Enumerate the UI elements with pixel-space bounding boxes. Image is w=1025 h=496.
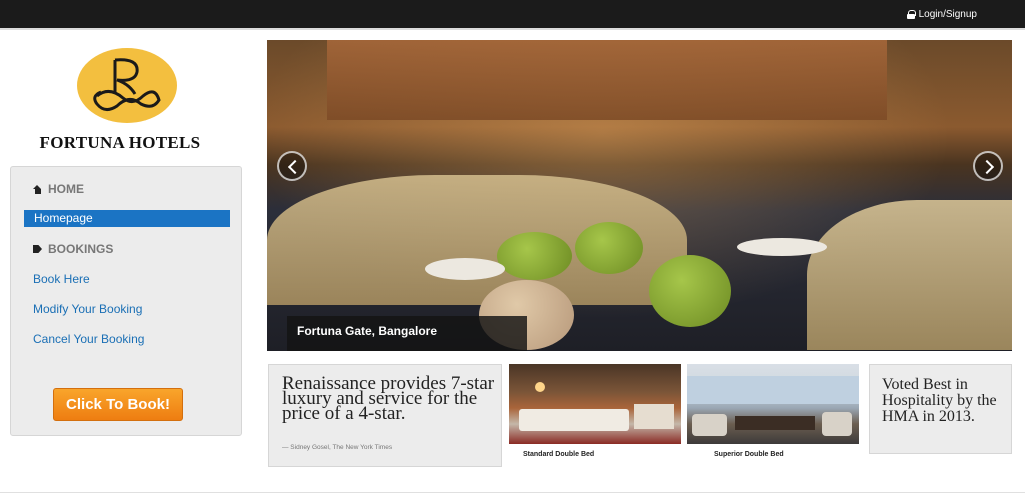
room-image-lamp xyxy=(535,382,545,392)
carousel-next-button[interactable] xyxy=(973,151,1003,181)
brand-logo[interactable]: FORTUNA HOTELS xyxy=(20,45,235,155)
footer-divider xyxy=(0,492,1025,493)
hero-image-ceiling xyxy=(327,40,887,120)
login-signup-label: Login/Signup xyxy=(918,9,977,20)
click-to-book-button[interactable]: Click To Book! xyxy=(53,388,183,421)
hero-caption: Fortuna Gate, Bangalore xyxy=(287,316,527,351)
room-label-superior: Superior Double Bed xyxy=(714,451,784,458)
brand-name: FORTUNA HOTELS xyxy=(39,133,201,152)
sidebar-nav: HOME Homepage BOOKINGS Book Here Modify … xyxy=(10,166,242,436)
room-image-standard[interactable] xyxy=(509,364,681,444)
room-image-window xyxy=(687,376,859,404)
login-signup-link[interactable]: Login/Signup xyxy=(906,9,977,20)
hero-image-pouf xyxy=(497,232,572,280)
award-text: Voted Best in Hospitality by the HMA in … xyxy=(882,376,997,425)
nav-link-cancel-booking[interactable]: Cancel Your Booking xyxy=(33,332,144,346)
home-icon xyxy=(33,184,42,194)
testimonial-card: Renaissance provides 7-star luxury and s… xyxy=(268,364,502,467)
room-image-chair xyxy=(692,414,727,436)
hero-image-pouf xyxy=(649,255,731,327)
nav-link-homepage[interactable]: Homepage xyxy=(24,210,230,227)
award-card: Voted Best in Hospitality by the HMA in … xyxy=(869,364,1012,454)
room-image-table xyxy=(735,416,815,430)
hero-image-sofa-right xyxy=(807,200,1012,350)
nav-header-home-label: HOME xyxy=(48,182,84,196)
room-image-bed xyxy=(634,404,674,429)
hero-image-table xyxy=(737,238,827,256)
nav-link-modify-booking[interactable]: Modify Your Booking xyxy=(33,302,142,316)
room-label-standard: Standard Double Bed xyxy=(523,451,595,458)
tag-icon xyxy=(33,245,42,253)
hero-image-table xyxy=(425,258,505,280)
hero-image-pouf xyxy=(575,222,643,274)
hero-carousel[interactable]: Fortuna Gate, Bangalore xyxy=(267,40,1012,351)
nav-header-bookings: BOOKINGS xyxy=(33,242,113,256)
nav-header-home: HOME xyxy=(33,182,84,196)
carousel-prev-button[interactable] xyxy=(277,151,307,181)
testimonial-quote: Renaissance provides 7-star luxury and s… xyxy=(282,373,495,424)
room-image-chair xyxy=(822,412,852,436)
logo-monogram-icon xyxy=(93,58,161,111)
logo-emblem xyxy=(77,48,177,123)
nav-header-bookings-label: BOOKINGS xyxy=(48,242,114,256)
testimonial-author: — Sidney Gosel, The New York Times xyxy=(282,444,393,451)
nav-link-book-here[interactable]: Book Here xyxy=(33,272,90,286)
room-image-bed xyxy=(519,409,629,431)
top-bar: Login/Signup xyxy=(0,0,1025,30)
lock-icon xyxy=(906,10,916,19)
room-image-superior[interactable] xyxy=(687,364,859,444)
